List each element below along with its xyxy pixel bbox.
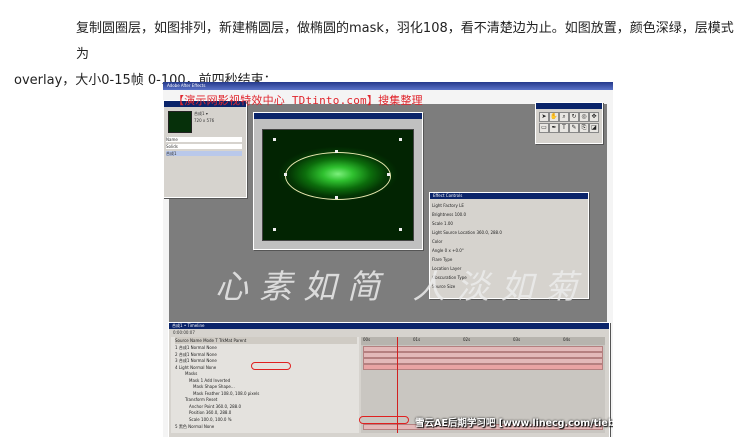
layer-header: Source Name Mode T TrkMat Parent <box>175 337 357 344</box>
layer-outline: Source Name Mode T TrkMat Parent 1 合成1 N… <box>171 337 359 433</box>
orbit-tool-icon[interactable]: ◎ <box>579 112 589 122</box>
time-tick: 01s <box>413 337 421 342</box>
effect-row[interactable]: Light Factory LE <box>432 202 584 209</box>
timecode[interactable]: 0:00:00:07 <box>173 330 195 336</box>
composition-titlebar[interactable] <box>254 113 422 119</box>
project-row[interactable]: Name <box>166 137 242 142</box>
layer-handle[interactable] <box>399 228 402 231</box>
layer-handle[interactable] <box>273 228 276 231</box>
mask-handle[interactable] <box>335 196 338 199</box>
layer-bar[interactable] <box>363 364 603 370</box>
timeline-title: 合成1 • Timeline <box>172 323 205 328</box>
eraser-tool-icon[interactable]: ◪ <box>589 123 599 133</box>
app-title: Adobe After Effects <box>167 83 206 88</box>
project-row[interactable]: 合成1 <box>166 151 242 156</box>
composition-panel <box>253 112 423 250</box>
layer-handle[interactable] <box>399 138 402 141</box>
ae-screenshot: Adobe After Effects 合成1 ▾ 720 x 576 Name… <box>163 82 613 437</box>
select-tool-icon[interactable]: ➤ <box>539 112 549 122</box>
site-watermark: 雪云AE后期学习吧 [www.linecg.com/tieba/1775] <box>415 418 613 429</box>
layer-handle[interactable] <box>273 138 276 141</box>
text-tool-icon[interactable]: T <box>559 123 569 133</box>
source-watermark: 【演示网影视特效中心 TDtinto.com】搜集整理 <box>173 94 423 107</box>
project-panel: 合成1 ▾ 720 x 576 Name Solids 合成1 <box>163 100 247 198</box>
project-row[interactable]: Solids <box>166 144 242 149</box>
timeline-titlebar[interactable]: 合成1 • Timeline <box>169 323 609 329</box>
comp-thumbnail <box>168 111 192 133</box>
layer-prop-row[interactable]: Scale 100.0, 100.0 % <box>175 416 357 423</box>
mask-ellipse[interactable] <box>285 152 391 200</box>
rotate-tool-icon[interactable]: ↻ <box>569 112 579 122</box>
brush-tool-icon[interactable]: ✎ <box>569 123 579 133</box>
time-tick: 04s <box>563 337 571 342</box>
time-tick: 02s <box>463 337 471 342</box>
effect-row[interactable]: Color <box>432 238 584 245</box>
mode-highlight <box>251 362 291 370</box>
mask-handle[interactable] <box>284 173 287 176</box>
effect-row[interactable]: Scale 1.00 <box>432 220 584 227</box>
comp-label: 合成1 ▾ <box>194 111 208 116</box>
app-title-bar: Adobe After Effects <box>163 82 613 90</box>
zoom-tool-icon[interactable]: ⌕ <box>559 112 569 122</box>
paragraph-line-1: 复制圆圈层，如图排列，新建椭圆层，做椭圆的mask，羽化108，看不清楚边为止。… <box>76 21 734 62</box>
calligraphy-watermark: 心素如简 人淡如菊 <box>215 267 589 306</box>
keyframe-highlight <box>359 416 409 424</box>
pan-behind-tool-icon[interactable]: ✥ <box>589 112 599 122</box>
effect-controls-titlebar[interactable]: Effect Controls <box>430 193 588 199</box>
mask-handle[interactable] <box>387 173 390 176</box>
effect-row[interactable]: Light Source Location 360.0, 288.0 <box>432 229 584 236</box>
mask-handle[interactable] <box>335 150 338 153</box>
tools-titlebar[interactable] <box>536 103 602 109</box>
effect-controls-title: Effect Controls <box>433 193 463 198</box>
hand-tool-icon[interactable]: ✋ <box>549 112 559 122</box>
comp-info: 720 x 576 <box>194 118 215 123</box>
rect-mask-tool-icon[interactable]: ▭ <box>539 123 549 133</box>
layer-row[interactable]: 5 黑色 Normal None <box>175 423 357 430</box>
effect-row[interactable]: Angle 0 x +0.0° <box>432 247 584 254</box>
pen-tool-icon[interactable]: ✒ <box>549 123 559 133</box>
tools-panel: ➤ ✋ ⌕ ↻ ◎ ✥ ▭ ✒ T ✎ ⎘ ◪ <box>535 102 603 144</box>
effect-row[interactable]: Brightness 100.0 <box>432 211 584 218</box>
clone-tool-icon[interactable]: ⎘ <box>579 123 589 133</box>
time-tick: 00s <box>363 337 371 342</box>
time-tick: 03s <box>513 337 521 342</box>
composition-viewer[interactable] <box>262 129 414 241</box>
